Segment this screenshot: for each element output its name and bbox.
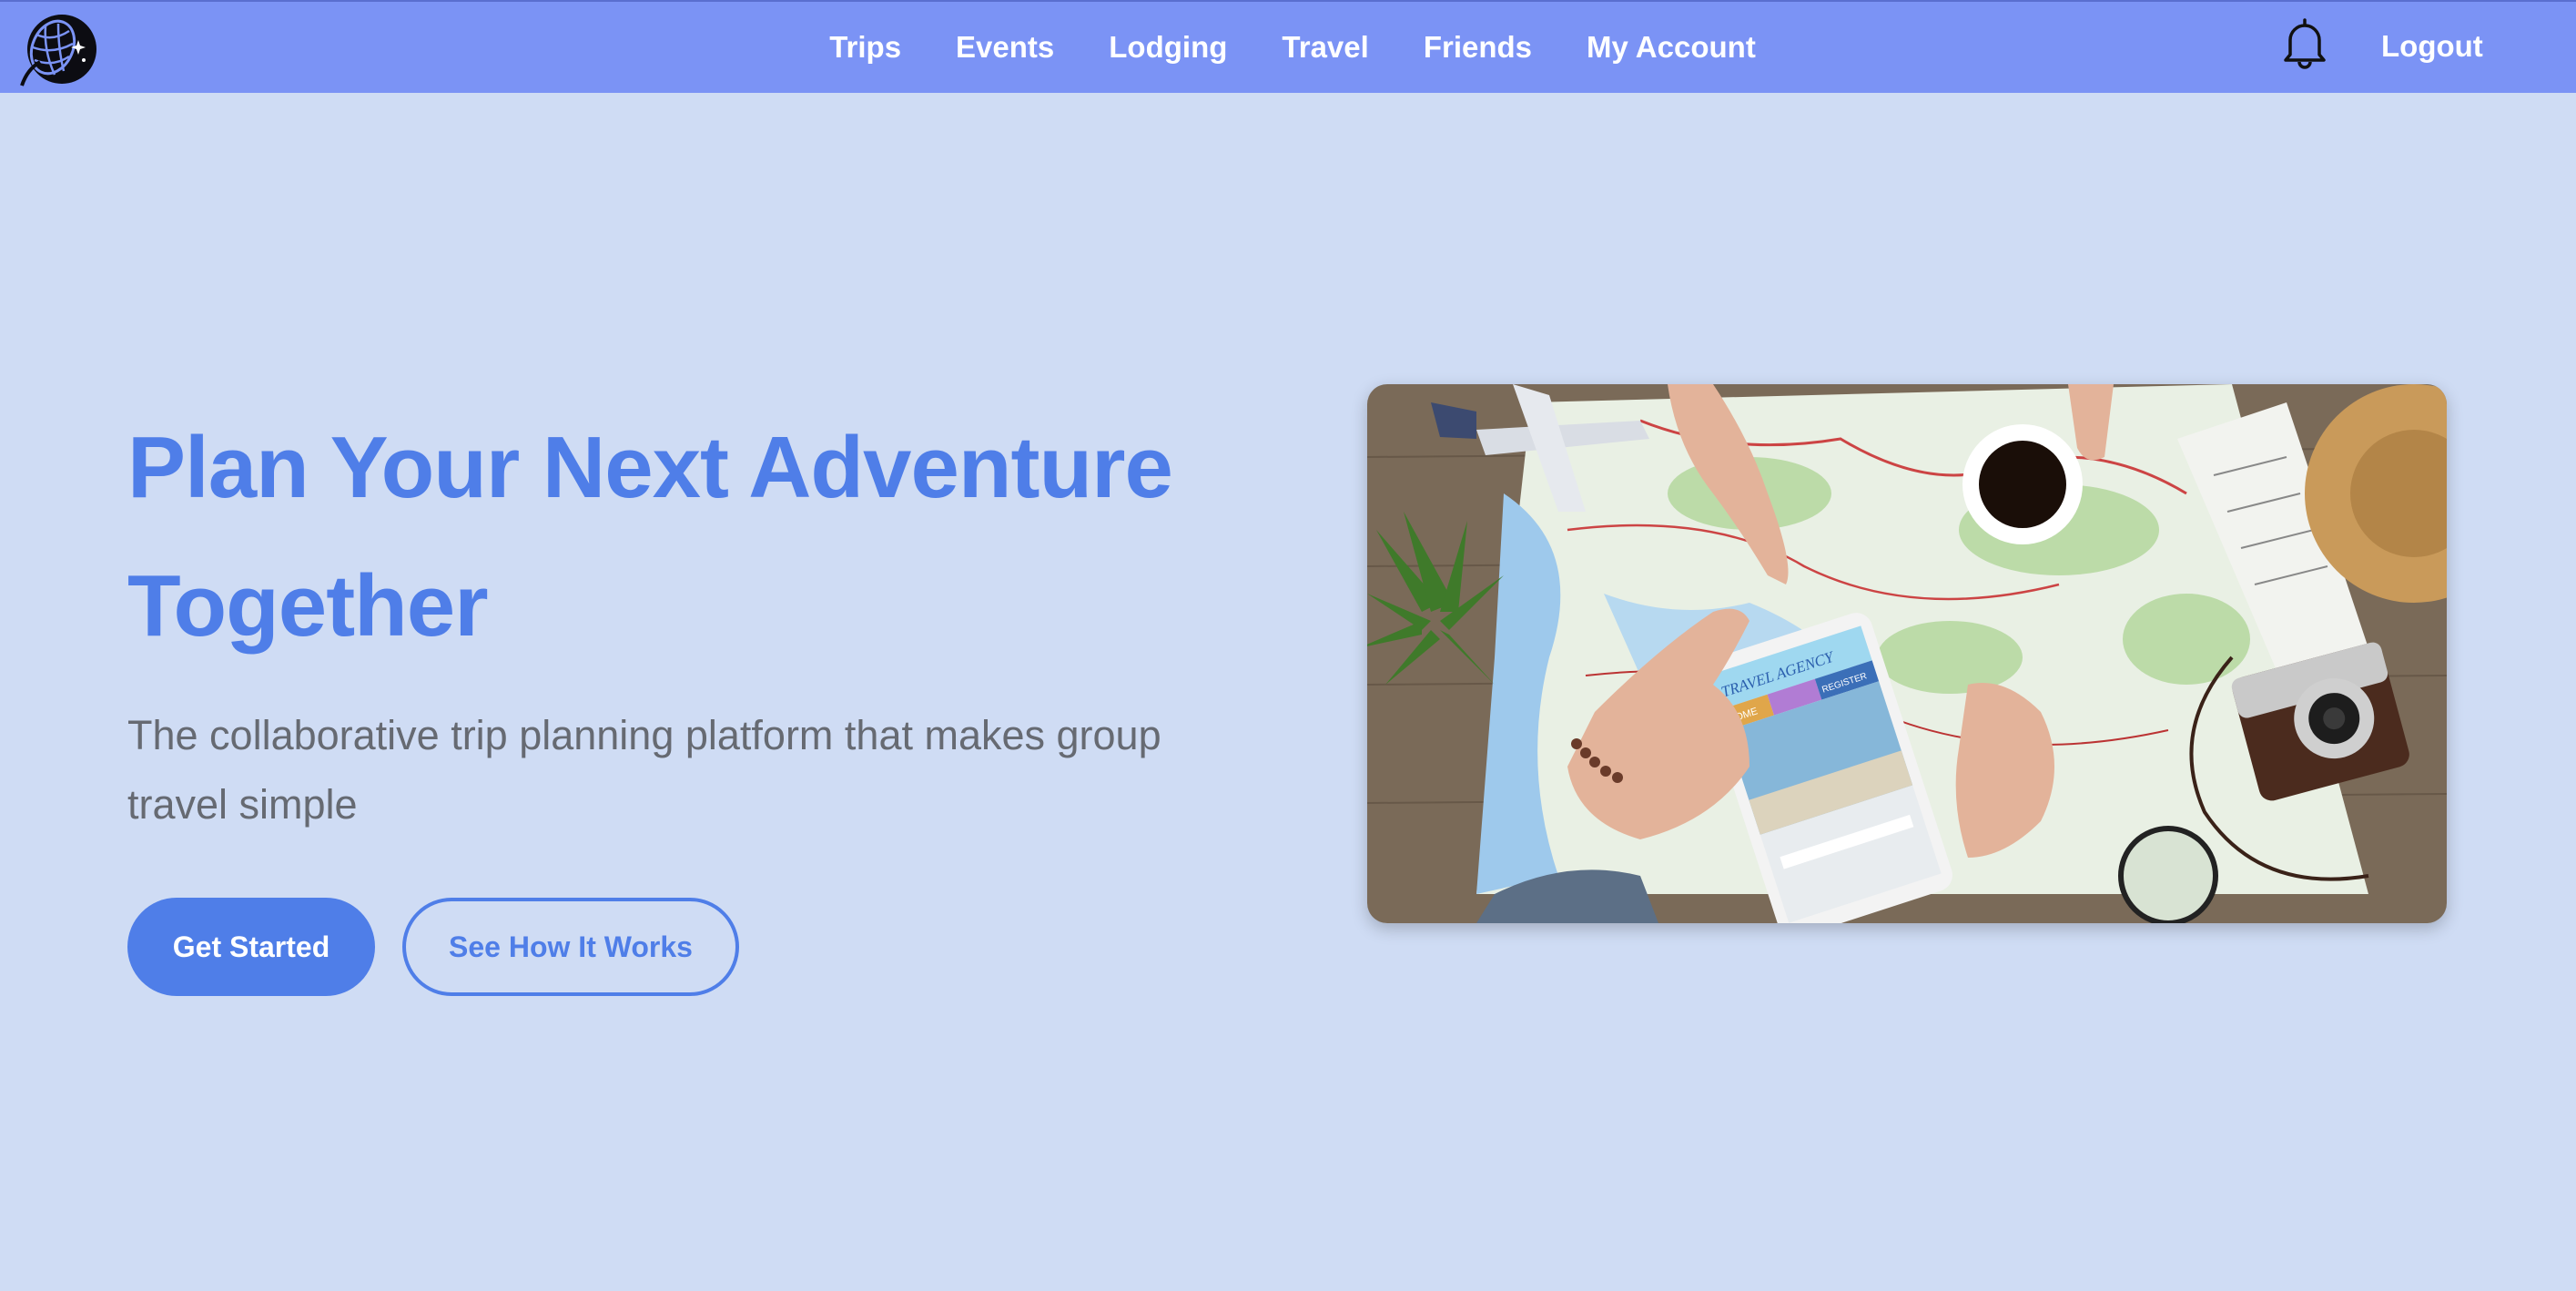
nav-link-trips[interactable]: Trips (829, 30, 901, 65)
nav-link-events[interactable]: Events (956, 30, 1054, 65)
nav-link-my-account[interactable]: My Account (1587, 30, 1756, 65)
hero-title: Plan Your Next Adventure Together (127, 399, 1311, 676)
get-started-button[interactable]: Get Started (127, 898, 375, 996)
logout-link[interactable]: Logout (2381, 29, 2483, 64)
bell-icon[interactable] (2279, 16, 2330, 69)
hero-title-line-1: Plan Your Next Adventure (127, 419, 1173, 516)
nav-link-friends[interactable]: Friends (1424, 30, 1532, 65)
see-how-it-works-button[interactable]: See How It Works (402, 898, 739, 996)
hero-subtitle: The collaborative trip planning platform… (127, 712, 1161, 828)
hero-title-line-2: Together (127, 557, 489, 655)
nav-link-lodging[interactable]: Lodging (1109, 30, 1227, 65)
nav-link-travel[interactable]: Travel (1282, 30, 1368, 65)
hero-image: TRAVEL AGENCY HOME REGISTER (1367, 384, 2447, 923)
top-navbar: Trips Events Lodging Travel Friends My A… (0, 0, 2576, 93)
main-nav: Trips Events Lodging Travel Friends My A… (0, 2, 2576, 93)
